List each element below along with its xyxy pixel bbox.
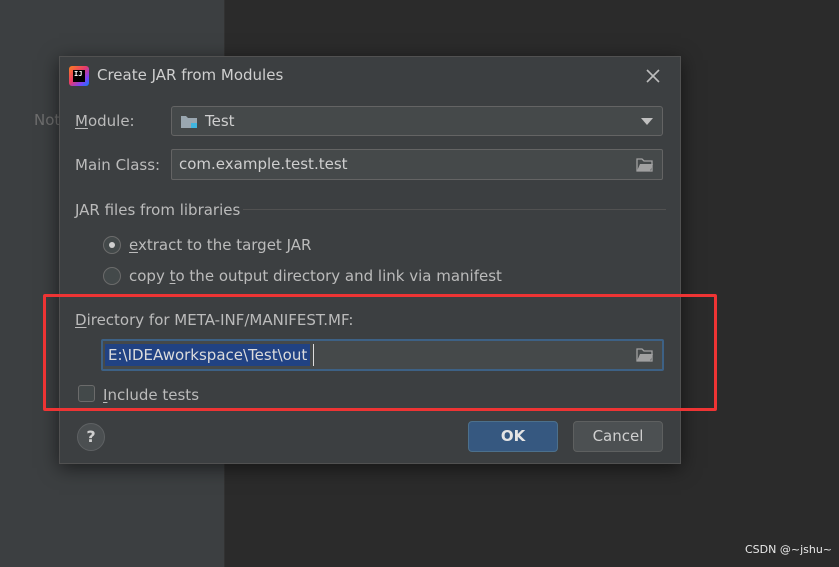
module-dropdown[interactable]: Test	[171, 106, 663, 136]
module-selected-value: Test	[205, 112, 235, 130]
extract-option-label[interactable]: extract to the target JAR	[129, 236, 311, 254]
module-label: Module:	[75, 112, 135, 130]
watermark: CSDN @~jshu~	[745, 543, 833, 556]
jar-libraries-heading: JAR files from libraries	[75, 201, 241, 219]
dialog-title: Create JAR from Modules	[97, 66, 284, 84]
ok-button[interactable]: OK	[468, 421, 558, 452]
intellij-app-icon: IJ	[69, 66, 89, 86]
chevron-down-icon	[641, 118, 653, 125]
main-class-field[interactable]: com.example.test.test	[171, 149, 663, 180]
browse-folder-icon[interactable]	[636, 158, 654, 172]
copy-option-label[interactable]: copy to the output directory and link vi…	[129, 267, 502, 285]
extract-radio[interactable]	[103, 236, 121, 254]
help-button[interactable]: ?	[77, 423, 105, 451]
main-class-label: Main Class:	[75, 156, 161, 174]
dialog-titlebar[interactable]: IJ Create JAR from Modules	[60, 57, 680, 95]
section-separator	[243, 209, 666, 210]
radio-selected-dot	[109, 242, 115, 248]
copy-radio[interactable]	[103, 267, 121, 285]
close-icon[interactable]	[643, 66, 663, 86]
module-folder-icon	[181, 116, 197, 128]
red-highlight-annotation	[43, 294, 717, 411]
main-class-value: com.example.test.test	[179, 155, 348, 173]
background-partial-text: Not	[34, 111, 61, 129]
cancel-button[interactable]: Cancel	[573, 421, 663, 452]
